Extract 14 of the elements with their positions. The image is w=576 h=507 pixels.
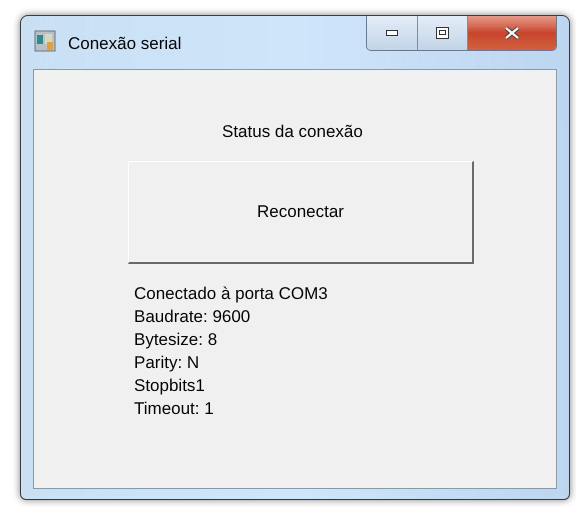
status-label: Status da conexão xyxy=(222,121,363,143)
info-line: Timeout: 1 xyxy=(134,398,214,420)
window-title: Conexão serial xyxy=(68,33,182,55)
reconnect-button[interactable]: Reconectar xyxy=(128,160,474,264)
minimize-icon xyxy=(386,30,398,36)
info-line: Conectado à porta COM3 xyxy=(134,282,328,304)
maximize-icon xyxy=(436,27,449,39)
info-line: Parity: N xyxy=(134,352,200,374)
info-line: Baudrate: 9600 xyxy=(134,306,250,328)
info-line: Stopbits1 xyxy=(134,374,205,396)
maximize-button[interactable] xyxy=(418,16,468,50)
close-icon xyxy=(504,26,520,40)
info-line: Bytesize: 8 xyxy=(134,328,218,350)
app-icon xyxy=(34,30,56,52)
